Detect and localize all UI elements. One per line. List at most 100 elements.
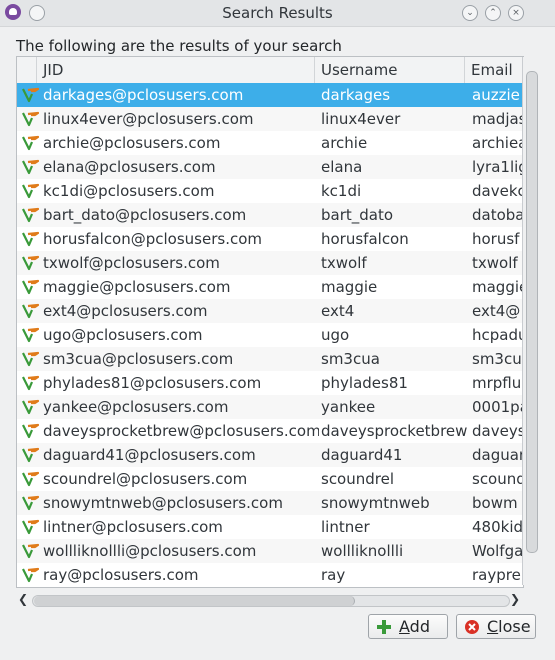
email-cell: mrpflu [472,374,522,392]
email-cell: 480kid [472,518,523,536]
vertical-scrollbar[interactable] [522,57,539,585]
results-heading: The following are the results of your se… [16,37,342,55]
table-row[interactable]: txwolf@pclosusers.com txwolf txwolf [17,251,523,275]
table-row[interactable]: daguard41@pclosusers.com daguard41 daguar [17,443,523,467]
vcard-icon [22,87,39,103]
table-row[interactable]: horusfalcon@pclosusers.com horusfalcon hor… [17,227,523,251]
username-cell: horusfalcon [321,230,409,248]
vcard-icon [22,183,39,199]
table-row[interactable]: kc1di@pclosusers.com kc1di davekc [17,179,523,203]
email-cell: horusf [472,230,520,248]
table-row[interactable]: lintner@pclosusers.com lintner 480kid [17,515,523,539]
table-row[interactable]: yankee@pclosusers.com yankee 0001pa [17,395,523,419]
jid-cell: daguard41@pclosusers.com [43,446,256,464]
username-cell: maggie [321,278,378,296]
vcard-icon [22,567,39,583]
table-row[interactable]: linux4ever@pclosusers.com linux4ever madja… [17,107,523,131]
table-row[interactable]: daveysprocketbrew@pclosusers.com daveyspr… [17,419,523,443]
vcard-icon [22,207,39,223]
jid-cell: daveysprocketbrew@pclosusers.com [43,422,319,440]
vcard-icon [22,375,39,391]
cancel-icon [465,620,479,634]
vertical-scroll-thumb[interactable] [526,71,538,553]
table-row[interactable]: maggie@pclosusers.com maggie maggie [17,275,523,299]
email-cell: scound [472,470,523,488]
vcard-icon [22,447,39,463]
table-row[interactable]: ray@pclosusers.com ray raypre [17,563,523,587]
email-cell: auzzie [472,86,520,104]
table-row[interactable]: sm3cua@pclosusers.com sm3cua sm3cu [17,347,523,371]
jid-cell: phylades81@pclosusers.com [43,374,262,392]
header-username[interactable]: Username [315,57,465,83]
table-row[interactable]: darkages@pclosusers.com darkages auzzie [17,83,523,107]
jid-cell: elana@pclosusers.com [43,158,216,176]
vcard-icon [22,471,39,487]
maximize-button[interactable]: ⌃ [485,5,501,21]
jid-cell: darkages@pclosusers.com [43,86,244,104]
jid-cell: sm3cua@pclosusers.com [43,350,234,368]
table-row[interactable]: archie@pclosusers.com archie archiea [17,131,523,155]
header-jid[interactable]: JID [37,57,315,83]
horizontal-scroll-track[interactable] [32,595,510,607]
email-cell: daveys [472,422,523,440]
table-row[interactable]: scoundrel@pclosusers.com scoundrel scound [17,467,523,491]
email-cell: ext4@ [472,302,521,320]
vcard-icon [22,135,39,151]
username-cell: kc1di [321,182,362,200]
email-cell: davekc [472,182,523,200]
username-cell: txwolf [321,254,367,272]
jid-cell: kc1di@pclosusers.com [43,182,215,200]
table-row[interactable]: snowymtnweb@pclosusers.com snowymtnweb bow… [17,491,523,515]
add-button[interactable]: Add [368,614,448,639]
table-header: JID Username Email [17,57,523,84]
email-cell: archiea [472,134,523,152]
title-bar: Search Results ⌄ ⌃ × [0,0,555,27]
email-cell: 0001pa [472,398,523,416]
close-button[interactable]: Close [456,614,536,639]
vcard-icon [22,303,39,319]
vcard-icon [22,279,39,295]
jid-cell: linux4ever@pclosusers.com [43,110,254,128]
email-cell: datobar [472,206,523,224]
header-email[interactable]: Email [465,57,523,83]
scroll-left-arrow-icon[interactable]: ❮ [18,592,28,606]
vcard-icon [22,231,39,247]
username-cell: wollliknollli [321,542,404,560]
vcard-icon [22,327,39,343]
email-cell: sm3cu [472,350,522,368]
username-cell: ugo [321,326,350,344]
username-cell: ext4 [321,302,355,320]
username-cell: bart_dato [321,206,394,224]
table-row[interactable]: ugo@pclosusers.com ugo hcpadu [17,323,523,347]
vcard-icon [22,423,39,439]
close-button-label: Close [487,617,531,636]
plus-icon [377,620,391,634]
email-cell: lyra1lig [472,158,523,176]
email-cell: Wolfga [472,542,523,560]
close-window-button[interactable]: × [508,5,524,21]
jid-cell: yankee@pclosusers.com [43,398,229,416]
username-cell: lintner [321,518,370,536]
jid-cell: scoundrel@pclosusers.com [43,470,248,488]
table-row[interactable]: bart_dato@pclosusers.com bart_dato datobar [17,203,523,227]
username-cell: darkages [321,86,391,104]
table-row[interactable]: ext4@pclosusers.com ext4 ext4@ [17,299,523,323]
jid-cell: ray@pclosusers.com [43,566,199,584]
jid-cell: ugo@pclosusers.com [43,326,203,344]
username-cell: archie [321,134,368,152]
email-cell: bowm [472,494,518,512]
vcard-icon [22,543,39,559]
horizontal-scroll-thumb[interactable] [34,596,355,606]
scroll-right-arrow-icon[interactable]: ❯ [510,592,520,606]
vcard-icon [22,519,39,535]
username-cell: linux4ever [321,110,401,128]
username-cell: snowymtnweb [321,494,430,512]
table-row[interactable]: phylades81@pclosusers.com phylades81 mrpfl… [17,371,523,395]
table-row[interactable]: elana@pclosusers.com elana lyra1lig [17,155,523,179]
horizontal-scrollbar[interactable]: ❮ ❯ [16,590,522,610]
header-icon-column[interactable] [17,57,37,83]
minimize-button[interactable]: ⌄ [462,5,478,21]
table-row[interactable]: wollliknollli@pclosusers.com wollliknolll… [17,539,523,563]
email-cell: txwolf [472,254,518,272]
vcard-icon [22,159,39,175]
